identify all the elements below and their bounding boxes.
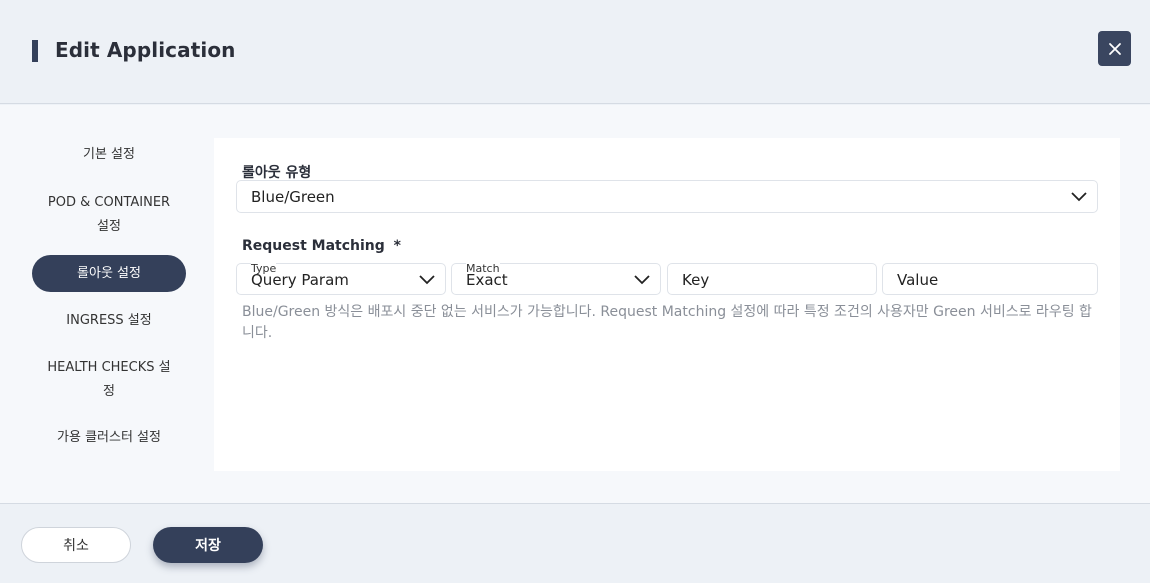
sidebar-item-ingress[interactable]: INGRESS 설정 <box>32 309 186 333</box>
sidebar-item-pod-container[interactable]: POD & CONTAINER 설정 <box>32 191 186 239</box>
value-input[interactable]: Value <box>882 263 1098 295</box>
dialog-footer: 취소 저장 <box>0 503 1150 583</box>
rollout-type-value: Blue/Green <box>251 188 335 206</box>
rollout-settings-panel: 롤아웃 유형 Blue/Green Request Matching * Typ… <box>214 138 1120 471</box>
key-placeholder: Key <box>682 271 710 289</box>
chevron-down-icon <box>634 275 650 285</box>
sidebar-item-rollout[interactable]: 롤아웃 설정 <box>32 255 186 292</box>
dialog-body: 기본 설정 POD & CONTAINER 설정 롤아웃 설정 INGRESS … <box>0 105 1150 503</box>
close-button[interactable] <box>1098 31 1131 66</box>
save-button[interactable]: 저장 <box>153 527 263 563</box>
close-icon <box>1108 42 1121 55</box>
chevron-down-icon <box>1071 192 1087 202</box>
type-value: Query Param <box>251 271 349 289</box>
chevron-down-icon <box>419 275 435 285</box>
sidebar-item-clusters[interactable]: 가용 클러스터 설정 <box>32 426 186 450</box>
match-value: Exact <box>466 271 508 289</box>
match-select[interactable]: Match Exact <box>451 263 661 295</box>
sidebar-item-basic[interactable]: 기본 설정 <box>32 143 186 167</box>
required-mark: * <box>393 238 401 254</box>
rollout-helper-text: Blue/Green 방식은 배포시 중단 없는 서비스가 가능합니다. Req… <box>242 304 1092 341</box>
type-select[interactable]: Type Query Param <box>236 263 446 295</box>
title-accent-bar <box>32 40 38 62</box>
request-matching-label-text: Request Matching <box>242 238 385 254</box>
rollout-type-select[interactable]: Blue/Green <box>236 180 1098 213</box>
sidebar-item-health-checks[interactable]: HEALTH CHECKS 설정 <box>32 356 186 404</box>
page-title: Edit Application <box>55 38 236 62</box>
request-matching-label: Request Matching * <box>242 238 401 254</box>
settings-sidebar: 기본 설정 POD & CONTAINER 설정 롤아웃 설정 INGRESS … <box>0 105 214 503</box>
cancel-button[interactable]: 취소 <box>21 527 131 563</box>
value-placeholder: Value <box>897 271 939 289</box>
dialog-header: Edit Application <box>0 0 1150 104</box>
key-input[interactable]: Key <box>667 263 877 295</box>
rollout-type-label: 롤아웃 유형 <box>242 165 312 181</box>
